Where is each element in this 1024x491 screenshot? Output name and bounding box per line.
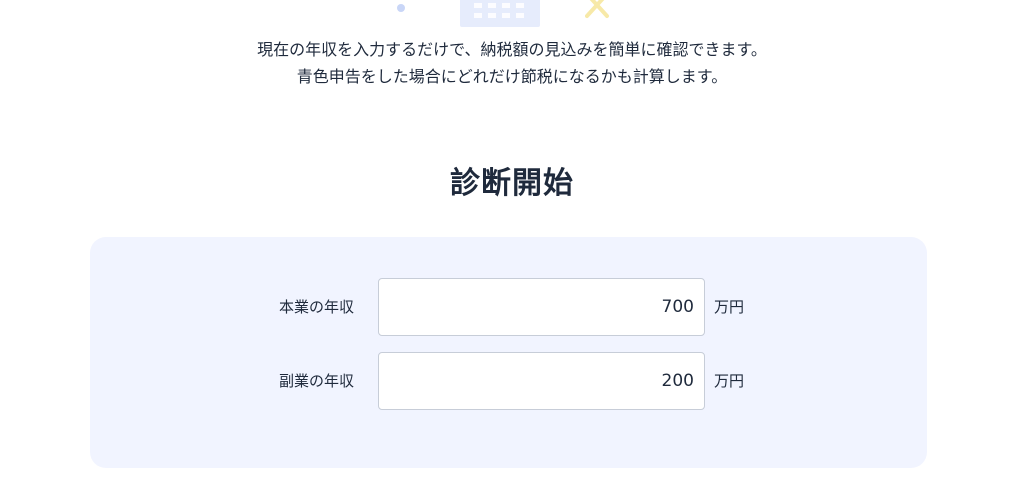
main-income-input[interactable]	[378, 278, 705, 336]
side-income-label: 副業の年収	[278, 372, 354, 390]
section-title: 診断開始	[450, 166, 574, 201]
main-income-label: 本業の年収	[278, 298, 354, 316]
intro-line-1: 現在の年収を入力するだけで、納税額の見込みを簡単に確認できます。	[257, 40, 767, 59]
cross-icon	[585, 0, 611, 20]
income-form-panel: 本業の年収 万円 副業の年収 万円	[90, 237, 927, 468]
dot-icon	[397, 4, 405, 12]
main-income-unit: 万円	[714, 298, 745, 316]
intro-line-2: 青色申告をした場合にどれだけ節税になるかも計算します。	[296, 67, 728, 86]
side-income-input[interactable]	[378, 352, 705, 410]
side-income-unit: 万円	[714, 372, 745, 390]
side-income-row: 副業の年収 万円	[90, 352, 927, 410]
page: 現在の年収を入力するだけで、納税額の見込みを簡単に確認できます。 青色申告をした…	[0, 0, 1024, 491]
building-icon	[460, 0, 540, 27]
main-income-row: 本業の年収 万円	[90, 278, 927, 336]
intro-text: 現在の年収を入力するだけで、納税額の見込みを簡単に確認できます。 青色申告をした…	[0, 36, 1024, 90]
